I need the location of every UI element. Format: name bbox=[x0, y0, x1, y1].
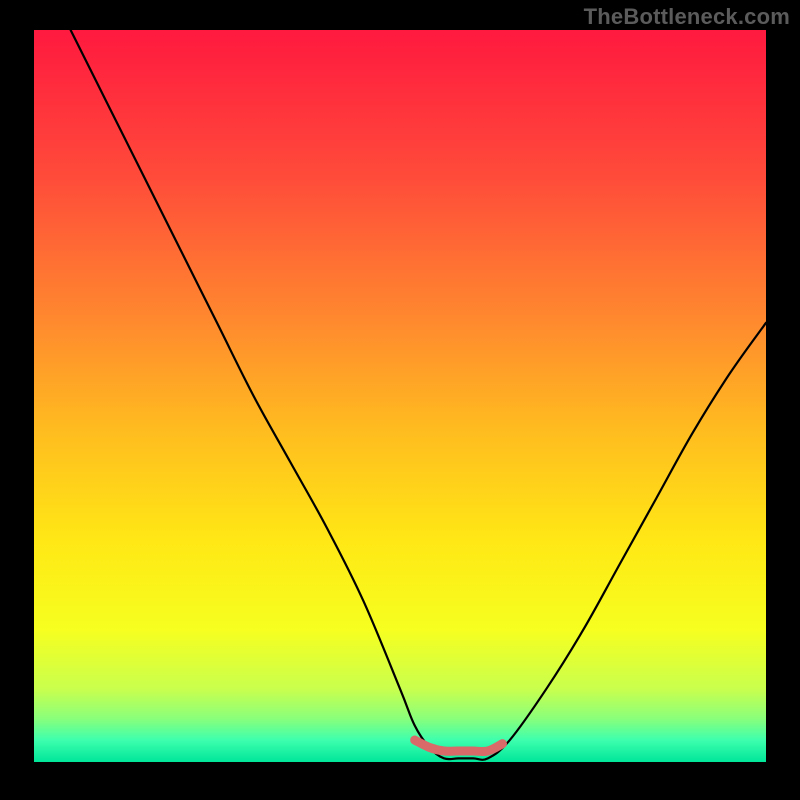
chart-frame: TheBottleneck.com bbox=[0, 0, 800, 800]
bottleneck-chart bbox=[0, 0, 800, 800]
plot-background bbox=[34, 30, 766, 762]
watermark-text: TheBottleneck.com bbox=[584, 4, 790, 30]
